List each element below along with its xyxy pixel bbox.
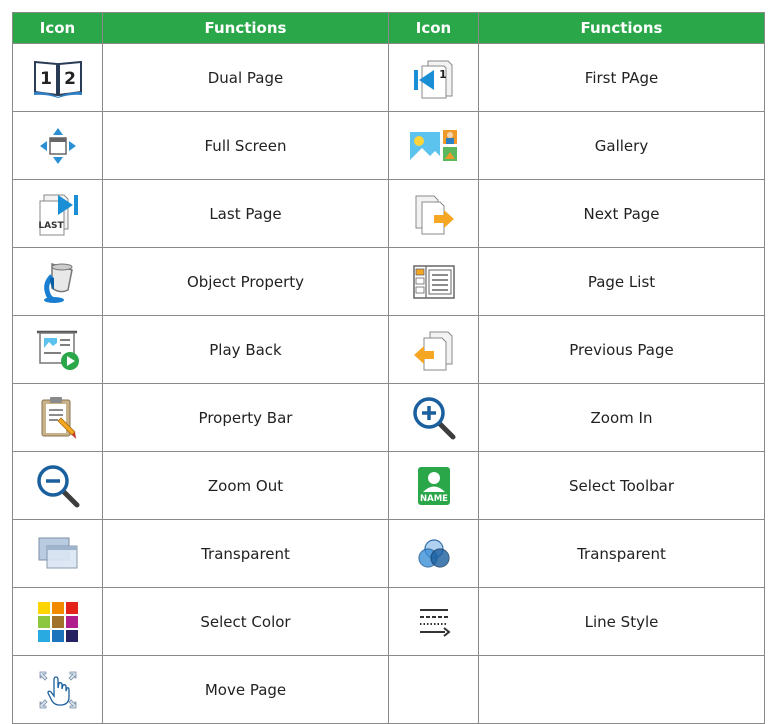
function-label: First PAge [478,43,765,112]
clipboard-pencil-icon [41,396,76,439]
header-icon-right: Icon [388,12,479,44]
icon-cell [12,519,103,588]
function-label: Select Color [102,587,389,656]
table-row: Full Screen Gallery [12,111,765,180]
icon-cell [388,383,479,452]
dual-page-book-icon: 1 2 [33,60,82,98]
icon-cell [12,451,103,520]
page-one-label: 1 [40,69,52,89]
last-label: LAST [38,221,64,231]
next-page-icon [415,195,454,234]
function-label: Page List [478,247,765,316]
header-functions-left: Functions [102,12,389,44]
first-page-icon: 1 [413,60,452,98]
function-label: Transparent [478,519,765,588]
icon-cell [388,519,479,588]
function-label: Last Page [102,179,389,248]
function-label: Dual Page [102,43,389,112]
table-row: Play Back Previous Page [12,315,765,384]
function-label: Select Toolbar [478,451,765,520]
zoom-out-icon [36,464,79,507]
icon-cell [388,315,479,384]
page-one-label: 1 [439,68,447,81]
icon-cell [12,111,103,180]
paint-bucket-icon [43,262,73,303]
page-list-icon [412,264,455,299]
icon-cell: 1 [388,43,479,112]
table-row: Move Page [12,655,765,724]
zoom-in-icon [412,396,455,439]
table-header-row: Icon Functions Icon Functions [12,12,765,44]
empty-icon-cell [388,655,479,724]
full-screen-arrows-icon [39,127,76,164]
name-badge-icon: NAME [417,466,450,505]
page-two-label: 2 [64,69,76,89]
function-label: Move Page [102,655,389,724]
line-style-icon [419,608,451,637]
table-row: Select Color Line Style [12,587,765,656]
transparent-circles-icon [417,538,450,568]
name-label: NAME [420,494,448,504]
function-label: Gallery [478,111,765,180]
empty-function-cell [478,655,765,724]
function-label: Previous Page [478,315,765,384]
header-functions-right: Functions [478,12,765,44]
previous-page-icon [413,331,452,370]
table-row: Transparent Transparent [12,519,765,588]
icon-cell: 1 2 [12,43,103,112]
icon-cell [388,179,479,248]
function-label: Play Back [102,315,389,384]
last-page-icon: LAST [38,194,78,235]
function-label: Property Bar [102,383,389,452]
icon-cell: NAME [388,451,479,520]
play-back-icon [36,330,79,370]
function-label: Line Style [478,587,765,656]
table-row: LAST Last Page Next Page [12,179,765,248]
function-label: Zoom In [478,383,765,452]
function-label: Object Property [102,247,389,316]
move-page-hand-icon [39,671,76,708]
function-label: Transparent [102,519,389,588]
icon-function-table-wrapper: Icon Functions Icon Functions 1 2 Dual P… [12,12,765,724]
icon-cell [12,247,103,316]
icon-cell [12,315,103,384]
gallery-icon [409,129,457,161]
icon-cell [12,383,103,452]
table-row: Property Bar Zoom In [12,383,765,452]
function-label: Next Page [478,179,765,248]
icon-cell [12,655,103,724]
transparent-screens-icon [38,537,77,568]
icon-function-table: Icon Functions Icon Functions 1 2 Dual P… [12,12,765,724]
icon-cell [388,247,479,316]
icon-cell [388,587,479,656]
icon-cell [388,111,479,180]
icon-cell: LAST [12,179,103,248]
icon-cell [12,587,103,656]
table-row: Zoom Out NAME Select Toolbar [12,451,765,520]
function-label: Full Screen [102,111,389,180]
color-palette-icon [37,601,78,642]
table-row: 1 2 Dual Page 1 First PAge [12,43,765,112]
function-label: Zoom Out [102,451,389,520]
table-row: Object Property Page List [12,247,765,316]
header-icon-left: Icon [12,12,103,44]
